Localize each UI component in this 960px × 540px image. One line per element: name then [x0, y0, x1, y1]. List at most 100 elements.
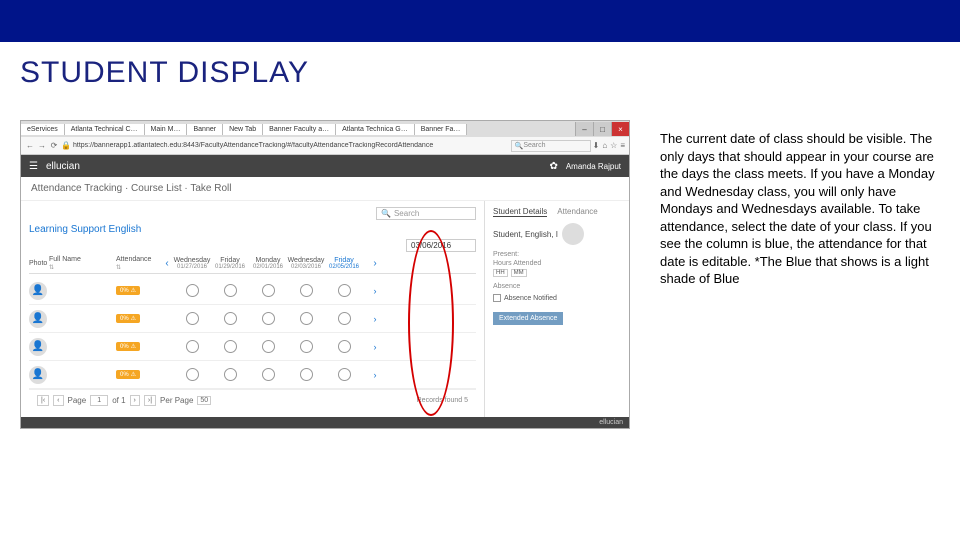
attendance-badge: 0% ⚠: [116, 370, 140, 379]
attendance-radio[interactable]: [262, 368, 275, 381]
tab[interactable]: Atlanta Technica G…: [336, 124, 415, 135]
search-input[interactable]: 🔍Search: [376, 207, 476, 220]
day-col[interactable]: Monday02/01/2016: [249, 257, 287, 270]
attendance-radio[interactable]: [262, 312, 275, 325]
breadcrumb: Attendance Tracking · Course List · Take…: [21, 177, 629, 201]
pager-of: of 1: [112, 396, 125, 405]
attendance-radio[interactable]: [186, 368, 199, 381]
tab[interactable]: Atlanta Technical C…: [65, 124, 145, 135]
hamburger-icon[interactable]: ☰: [29, 161, 38, 172]
url-field[interactable]: https://bannerapp1.atlantatech.edu:8443/…: [73, 142, 509, 149]
minutes-input[interactable]: MM: [511, 269, 527, 277]
close-icon[interactable]: ×: [611, 122, 629, 136]
attendance-badge: 0% ⚠: [116, 286, 140, 295]
avatar: 👤: [29, 338, 47, 356]
table-row: 👤 0% ⚠ ›: [29, 277, 476, 305]
back-icon[interactable]: ←: [25, 141, 35, 151]
pager-next[interactable]: ›: [130, 395, 140, 406]
tab[interactable]: New Tab: [223, 124, 263, 135]
row-expand-icon[interactable]: ›: [363, 370, 387, 380]
tab-attendance[interactable]: Attendance: [557, 207, 597, 217]
next-days-icon[interactable]: ›: [363, 258, 387, 269]
footer-brand: ellucian: [21, 417, 629, 428]
attendance-radio[interactable]: [338, 284, 351, 297]
attendance-radio[interactable]: [262, 284, 275, 297]
forward-icon[interactable]: →: [37, 141, 47, 151]
row-expand-icon[interactable]: ›: [363, 342, 387, 352]
col-attendance[interactable]: Attendance⇅: [116, 256, 161, 271]
attendance-radio[interactable]: [300, 284, 313, 297]
student-details-pane: Student Details Attendance Student, Engl…: [484, 201, 629, 417]
app-header: ☰ ellucian ✿ Amanda Rajput: [21, 155, 629, 177]
attendance-badge: 0% ⚠: [116, 342, 140, 351]
gear-icon[interactable]: ✿: [549, 161, 557, 172]
download-icon[interactable]: ⬇: [593, 141, 600, 150]
detail-student-name: Student, English, I: [493, 230, 558, 239]
attendance-radio[interactable]: [300, 368, 313, 381]
brand: ellucian: [46, 161, 80, 172]
col-name[interactable]: Full Name⇅: [49, 256, 104, 271]
notified-label: Absence Notified: [504, 295, 557, 302]
attendance-radio[interactable]: [300, 312, 313, 325]
tab[interactable]: Banner Faculty a…: [263, 124, 336, 135]
window-controls: – □ ×: [575, 122, 629, 136]
toolbar-icons: ⬇ ⌂ ☆ ≡: [593, 141, 625, 150]
tab[interactable]: eServices: [21, 124, 65, 135]
pager-page-input[interactable]: 1: [90, 395, 108, 406]
attendance-radio[interactable]: [186, 312, 199, 325]
grid-header: Photo Full Name⇅ Attendance⇅ ‹ Wednesday…: [29, 256, 476, 274]
browser-tabs: eServices Atlanta Technical C… Main M… B…: [21, 121, 629, 137]
day-col[interactable]: Wednesday02/03/2016: [287, 257, 325, 270]
row-expand-icon[interactable]: ›: [363, 314, 387, 324]
attendance-radio[interactable]: [224, 312, 237, 325]
avatar: 👤: [29, 366, 47, 384]
attendance-radio[interactable]: [186, 340, 199, 353]
day-col[interactable]: Wednesday01/27/2016: [173, 257, 211, 270]
tab-student-details[interactable]: Student Details: [493, 207, 547, 217]
attendance-radio[interactable]: [186, 284, 199, 297]
records-found: Records found 5: [417, 397, 468, 404]
date-input[interactable]: 03/06/2016: [406, 239, 476, 252]
attendance-radio[interactable]: [338, 340, 351, 353]
detail-avatar: [562, 223, 584, 245]
reload-icon[interactable]: ⟳: [49, 141, 59, 151]
notified-checkbox[interactable]: [493, 294, 501, 302]
per-page-label: Per Page: [160, 396, 193, 405]
row-expand-icon[interactable]: ›: [363, 286, 387, 296]
pager-prev[interactable]: ‹: [53, 395, 63, 406]
avatar: 👤: [29, 310, 47, 328]
search-icon: 🔍: [515, 142, 524, 150]
pager-last[interactable]: ›|: [144, 395, 156, 406]
menu-icon[interactable]: ≡: [620, 141, 625, 150]
pager-first[interactable]: |‹: [37, 395, 49, 406]
maximize-icon[interactable]: □: [593, 122, 611, 136]
user-name[interactable]: Amanda Rajput: [566, 162, 621, 171]
attendance-radio[interactable]: [224, 284, 237, 297]
per-page-select[interactable]: 50: [197, 396, 211, 405]
prev-days-icon[interactable]: ‹: [161, 258, 173, 269]
day-col[interactable]: Friday01/29/2016: [211, 257, 249, 270]
browser-search[interactable]: 🔍Search: [511, 140, 591, 152]
table-row: 👤 0% ⚠ ›: [29, 361, 476, 389]
top-blue-bar: [0, 0, 960, 42]
extended-absence-button[interactable]: Extended Absence: [493, 312, 563, 325]
attendance-radio[interactable]: [300, 340, 313, 353]
home-icon[interactable]: ⌂: [602, 141, 607, 150]
attendance-radio[interactable]: [224, 340, 237, 353]
bookmark-icon[interactable]: ☆: [610, 141, 617, 150]
tab[interactable]: Banner Fa…: [415, 124, 468, 135]
browser-window: eServices Atlanta Technical C… Main M… B…: [20, 120, 630, 429]
address-bar: ← → ⟳ 🔒 https://bannerapp1.atlantatech.e…: [21, 137, 629, 155]
tab[interactable]: Banner: [187, 124, 223, 135]
pager: |‹ ‹ Page 1 of 1 › ›| Per Page 50 Record…: [29, 389, 476, 411]
attendance-radio[interactable]: [262, 340, 275, 353]
tab[interactable]: Main M…: [145, 124, 188, 135]
table-row: 👤 0% ⚠ ›: [29, 333, 476, 361]
attendance-radio[interactable]: [224, 368, 237, 381]
day-col-current[interactable]: Friday02/05/2016: [325, 257, 363, 270]
minimize-icon[interactable]: –: [575, 122, 593, 136]
hours-input[interactable]: HH: [493, 269, 508, 277]
attendance-radio[interactable]: [338, 368, 351, 381]
explanation-text: The current date of class should be visi…: [660, 120, 940, 288]
attendance-radio[interactable]: [338, 312, 351, 325]
